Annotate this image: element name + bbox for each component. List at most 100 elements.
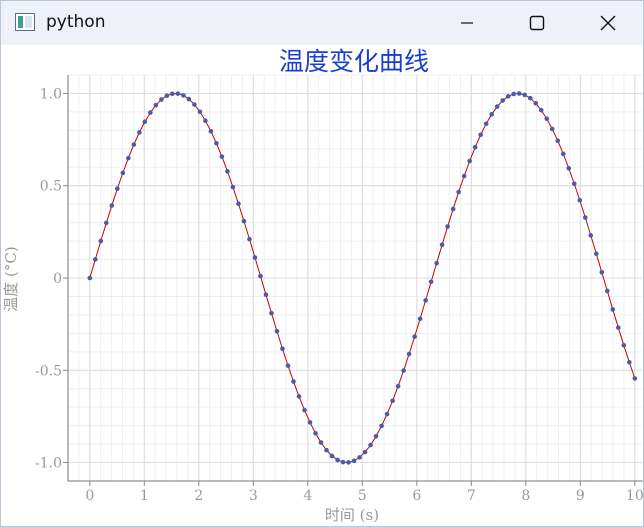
data-point bbox=[175, 91, 181, 96]
y-tick-label: 0 bbox=[53, 271, 62, 287]
data-point bbox=[230, 184, 236, 190]
data-point bbox=[285, 363, 291, 368]
data-point bbox=[225, 169, 230, 174]
data-point bbox=[274, 328, 280, 334]
data-point bbox=[120, 170, 126, 176]
data-point bbox=[219, 154, 225, 159]
python-app-icon bbox=[15, 13, 35, 31]
data-point bbox=[313, 430, 318, 436]
x-axis-ticks: 0 1 2 3 4 5 6 7 8 9 10 bbox=[85, 481, 643, 504]
data-point bbox=[450, 206, 456, 212]
data-point bbox=[258, 273, 263, 279]
x-axis-label: 时间 (s) bbox=[325, 506, 379, 524]
data-point bbox=[582, 215, 588, 220]
data-point bbox=[98, 238, 104, 244]
data-point bbox=[340, 459, 346, 465]
data-point bbox=[137, 130, 142, 135]
data-point bbox=[252, 255, 258, 260]
data-point bbox=[203, 118, 208, 124]
data-point bbox=[208, 128, 214, 134]
data-point bbox=[439, 242, 445, 247]
app-window: python 0 1 2 3 4 5 6 7 8 9 10 1.0 0.5 0 -0.5 -1.0 bbox=[0, 0, 644, 527]
maximize-button[interactable] bbox=[514, 1, 560, 45]
data-point bbox=[142, 119, 148, 125]
data-point bbox=[164, 93, 170, 99]
data-point bbox=[373, 433, 379, 439]
chart-title: 温度变化曲线 bbox=[279, 47, 429, 76]
data-point bbox=[560, 151, 566, 157]
data-point bbox=[126, 155, 131, 161]
data-point bbox=[131, 142, 137, 147]
data-point bbox=[401, 368, 406, 373]
data-point bbox=[115, 186, 120, 192]
x-tick-label: 2 bbox=[194, 488, 203, 504]
data-point bbox=[467, 158, 472, 164]
data-point bbox=[269, 310, 274, 316]
data-point bbox=[192, 102, 197, 107]
data-point bbox=[181, 93, 186, 98]
data-point bbox=[93, 257, 98, 262]
data-point bbox=[616, 325, 621, 330]
y-axis-label: 温度 (°C) bbox=[2, 246, 20, 311]
data-point bbox=[434, 260, 439, 266]
temperature-chart: 0 1 2 3 4 5 6 7 8 9 10 1.0 0.5 0 -0.5 -1.0 温度变化曲线 时间 (… bbox=[2, 47, 643, 524]
data-point bbox=[544, 116, 550, 122]
y-axis-ticks: 1.0 0.5 0 -0.5 -1.0 bbox=[35, 86, 68, 472]
title-bar[interactable]: python bbox=[1, 1, 643, 45]
data-point bbox=[296, 394, 302, 399]
data-point bbox=[329, 453, 335, 459]
data-point bbox=[379, 423, 384, 429]
data-point bbox=[472, 144, 478, 150]
data-point bbox=[538, 107, 544, 113]
data-point bbox=[186, 96, 192, 102]
data-point bbox=[87, 275, 93, 281]
data-point bbox=[577, 197, 583, 203]
data-point bbox=[500, 98, 505, 103]
data-point bbox=[346, 460, 351, 465]
x-tick-label: 5 bbox=[358, 488, 367, 504]
plot-area: 0 1 2 3 4 5 6 7 8 9 10 1.0 0.5 0 -0.5 -1.0 温度变化曲线 时间 (… bbox=[1, 45, 643, 526]
data-point bbox=[461, 173, 467, 179]
data-point bbox=[335, 457, 340, 463]
x-tick-label: 3 bbox=[249, 488, 258, 504]
x-tick-label: 6 bbox=[412, 488, 421, 504]
data-point bbox=[423, 298, 428, 303]
data-point bbox=[148, 110, 153, 115]
x-tick-label: 10 bbox=[626, 488, 643, 504]
data-point bbox=[307, 420, 313, 425]
data-point bbox=[159, 97, 164, 102]
data-point bbox=[632, 376, 638, 381]
data-point bbox=[456, 189, 461, 195]
data-point bbox=[302, 407, 307, 413]
data-point bbox=[390, 398, 395, 404]
data-point bbox=[395, 383, 401, 389]
data-point bbox=[549, 126, 555, 132]
data-point bbox=[571, 181, 577, 187]
data-point bbox=[236, 201, 241, 207]
data-point bbox=[291, 379, 296, 384]
major-grid bbox=[68, 75, 643, 481]
minimize-button[interactable] bbox=[444, 1, 490, 45]
data-point bbox=[247, 236, 252, 242]
data-point bbox=[516, 91, 522, 96]
data-point bbox=[621, 342, 627, 348]
x-tick-label: 0 bbox=[85, 488, 94, 504]
data-point bbox=[368, 442, 373, 448]
data-point bbox=[566, 165, 572, 171]
data-point bbox=[555, 138, 561, 144]
data-point bbox=[483, 121, 489, 127]
data-point bbox=[362, 449, 368, 455]
data-point bbox=[533, 100, 539, 106]
data-point bbox=[170, 91, 175, 97]
close-button[interactable] bbox=[585, 1, 631, 45]
data-point bbox=[478, 132, 483, 138]
data-point bbox=[610, 307, 616, 312]
x-tick-label: 8 bbox=[521, 488, 530, 504]
x-tick-label: 9 bbox=[576, 488, 585, 504]
minimize-icon bbox=[461, 22, 473, 24]
data-point bbox=[406, 351, 412, 357]
data-point bbox=[412, 334, 417, 339]
data-point bbox=[318, 440, 324, 445]
y-tick-label: 1.0 bbox=[40, 86, 62, 102]
maximize-icon bbox=[529, 15, 545, 31]
